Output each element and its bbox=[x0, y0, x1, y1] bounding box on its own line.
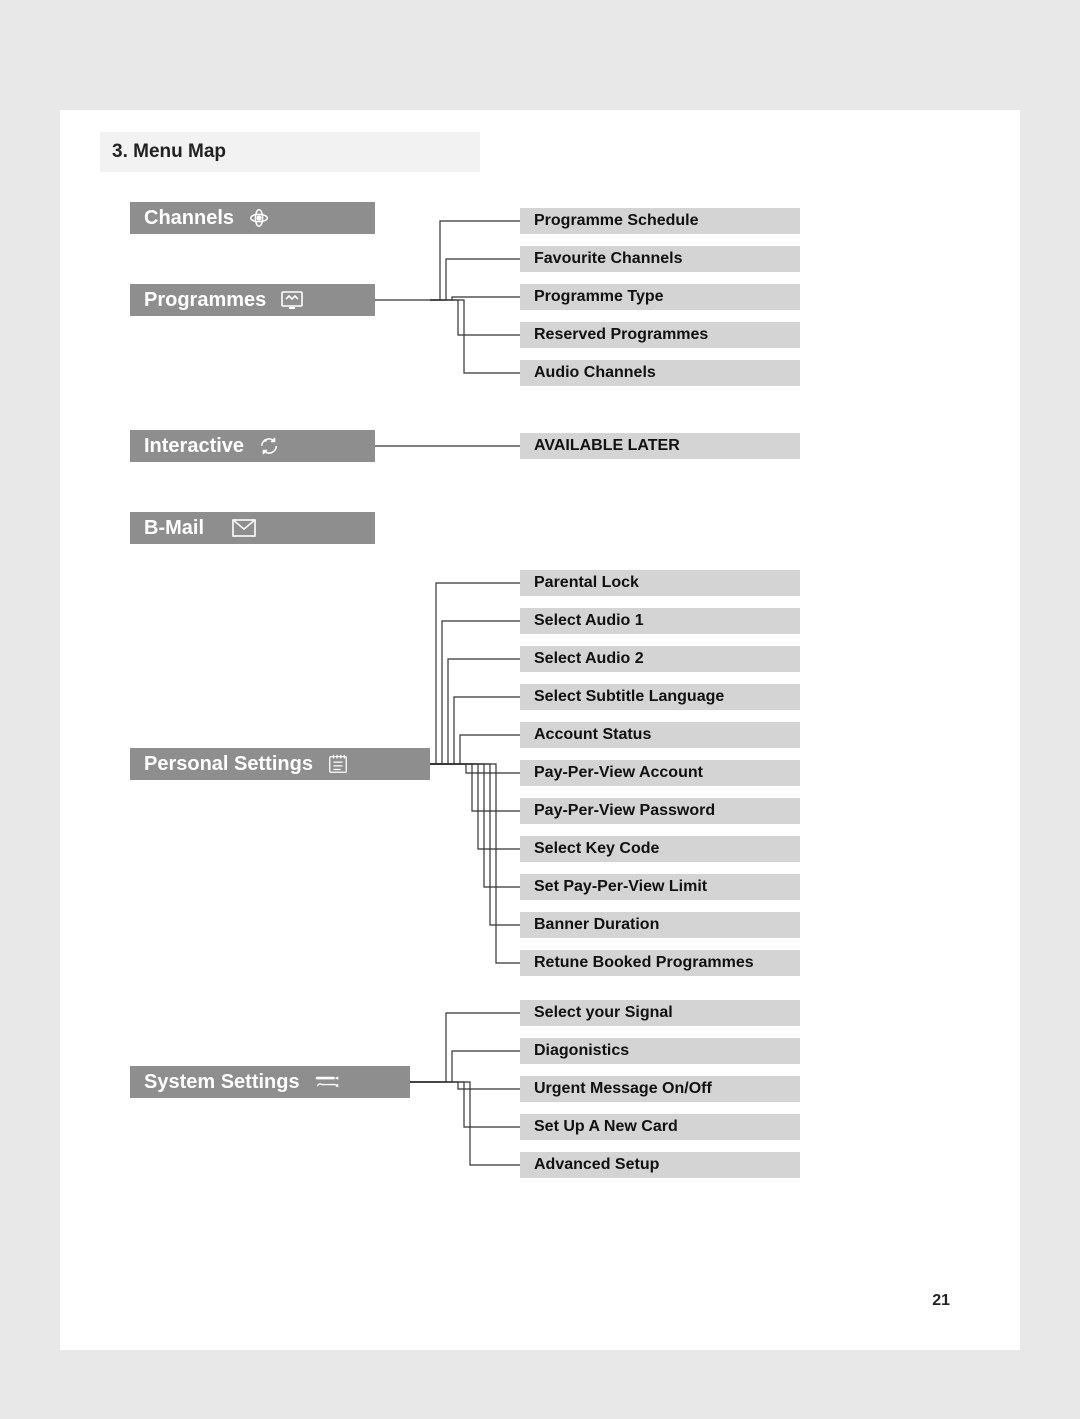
sub-audio-channels: Audio Channels bbox=[520, 360, 800, 386]
sub-favourite-channels: Favourite Channels bbox=[520, 246, 800, 272]
menu-bmail: B-Mail bbox=[130, 512, 375, 544]
menu-label: Interactive bbox=[144, 435, 244, 458]
menu-label: Personal Settings bbox=[144, 753, 313, 776]
sub-diagnostics: Diagonistics bbox=[520, 1038, 800, 1064]
menu-label: Programmes bbox=[144, 289, 266, 312]
sub-setup-new-card: Set Up A New Card bbox=[520, 1114, 800, 1140]
sub-programme-schedule: Programme Schedule bbox=[520, 208, 800, 234]
sub-select-signal: Select your Signal bbox=[520, 1000, 800, 1026]
sub-set-ppv-limit: Set Pay-Per-View Limit bbox=[520, 874, 800, 900]
sub-programme-type: Programme Type bbox=[520, 284, 800, 310]
menu-system-settings: System Settings bbox=[130, 1066, 410, 1098]
sub-select-audio-1: Select Audio 1 bbox=[520, 608, 800, 634]
satellite-icon bbox=[248, 207, 270, 229]
sub-reserved-programmes: Reserved Programmes bbox=[520, 322, 800, 348]
document-page: 3. Menu Map Channels Programmes Interact… bbox=[60, 110, 1020, 1350]
menu-channels: Channels bbox=[130, 202, 375, 234]
menu-interactive: Interactive bbox=[130, 430, 375, 462]
sub-account-status: Account Status bbox=[520, 722, 800, 748]
sub-select-audio-2: Select Audio 2 bbox=[520, 646, 800, 672]
sub-select-key-code: Select Key Code bbox=[520, 836, 800, 862]
menu-label: System Settings bbox=[144, 1071, 300, 1094]
sub-banner-duration: Banner Duration bbox=[520, 912, 800, 938]
notepad-icon bbox=[327, 753, 349, 775]
sub-urgent-message: Urgent Message On/Off bbox=[520, 1076, 800, 1102]
sub-retune-booked: Retune Booked Programmes bbox=[520, 950, 800, 976]
sub-ppv-password: Pay-Per-View Password bbox=[520, 798, 800, 824]
sub-available-later: AVAILABLE LATER bbox=[520, 433, 800, 459]
tv-icon bbox=[280, 289, 304, 311]
mail-icon bbox=[232, 519, 256, 537]
page-number: 21 bbox=[932, 1292, 950, 1310]
sub-parental-lock: Parental Lock bbox=[520, 570, 800, 596]
sub-advanced-setup: Advanced Setup bbox=[520, 1152, 800, 1178]
menu-personal-settings: Personal Settings bbox=[130, 748, 430, 780]
refresh-icon bbox=[258, 435, 280, 457]
section-header: 3. Menu Map bbox=[100, 132, 480, 172]
sub-select-subtitle-lang: Select Subtitle Language bbox=[520, 684, 800, 710]
tools-icon bbox=[314, 1072, 340, 1092]
menu-label: B-Mail bbox=[144, 517, 204, 540]
menu-label: Channels bbox=[144, 207, 234, 230]
menu-programmes: Programmes bbox=[130, 284, 375, 316]
sub-ppv-account: Pay-Per-View Account bbox=[520, 760, 800, 786]
